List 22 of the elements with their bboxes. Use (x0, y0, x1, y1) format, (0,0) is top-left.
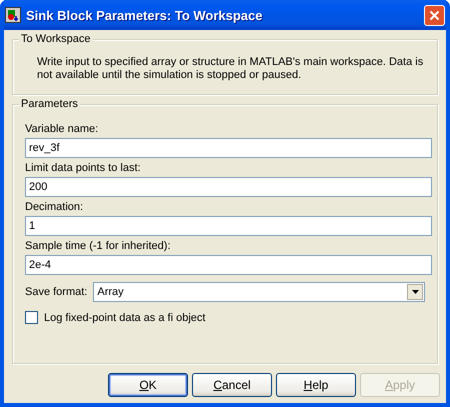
window-title: Sink Block Parameters: To Workspace (26, 8, 264, 22)
group-title: To Workspace (19, 33, 92, 45)
description-text: Write input to specified array or structure in MATLAB's main workspace. Data is not available until the simulation is stopped or paused. (36, 55, 424, 83)
field-label: Save format: (25, 286, 88, 298)
save-format-dropdown[interactable]: Array (93, 282, 425, 302)
input-field[interactable]: 2e-4 (25, 255, 432, 275)
input-field[interactable]: rev_3f (25, 138, 432, 158)
checkbox[interactable] (25, 311, 38, 324)
dialog-button[interactable]: Help (276, 373, 356, 397)
close-icon (429, 10, 440, 20)
input-field[interactable]: 1 (25, 216, 432, 236)
close-button[interactable] (424, 4, 445, 26)
block-diagram-icon (5, 7, 21, 23)
field-label: Sample time (-1 for inherited): (25, 240, 172, 252)
group-title: Parameters (19, 98, 80, 110)
field-label: Limit data points to last: (25, 162, 142, 174)
checkbox-label: Log fixed-point data as a fi object (44, 312, 206, 324)
dialog-button[interactable]: Cancel (192, 373, 272, 397)
field-label: Decimation: (25, 201, 84, 213)
dialog-button[interactable]: OK (108, 373, 188, 397)
field-label: Variable name: (25, 123, 100, 135)
input-field[interactable]: 200 (25, 177, 432, 197)
